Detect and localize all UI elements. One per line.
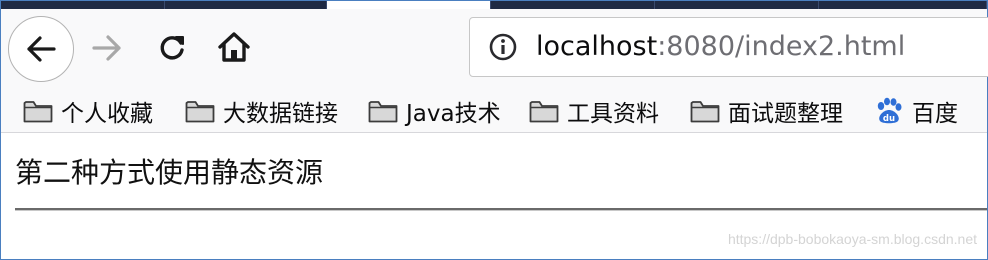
bookmark-folder-interview[interactable]: 面试题整理: [690, 91, 843, 131]
bookmark-label: 个人收藏: [61, 101, 153, 127]
folder-icon: [368, 98, 398, 124]
arrow-right-icon: [92, 35, 121, 61]
url-text[interactable]: localhost:8080/index2.html: [536, 29, 905, 65]
bookmark-label: 工具资料: [567, 101, 659, 127]
bookmark-label: 大数据链接: [223, 101, 338, 127]
bookmark-label: 百度: [912, 101, 958, 127]
bookmark-folder-java[interactable]: Java技术: [368, 91, 501, 131]
info-icon: [489, 33, 517, 61]
tab[interactable]: [819, 1, 987, 9]
tab[interactable]: [1, 1, 165, 9]
home-icon: [218, 32, 250, 62]
bookmark-baidu[interactable]: du 百度: [874, 91, 958, 131]
page-heading: 第二种方式使用静态资源: [15, 156, 324, 189]
url-host: localhost: [536, 31, 658, 62]
bookmark-label: 面试题整理: [728, 101, 843, 127]
reload-icon: [160, 36, 184, 60]
back-button[interactable]: [8, 16, 74, 82]
bookmark-folder-bigdata[interactable]: 大数据链接: [185, 91, 338, 131]
folder-icon: [529, 98, 559, 124]
tab[interactable]: [165, 1, 328, 9]
home-button[interactable]: [215, 29, 253, 65]
arrow-left-icon: [27, 36, 56, 62]
page-content: 第二种方式使用静态资源 https://dpb-bobokaoya-sm.blo…: [1, 133, 987, 259]
tab-active[interactable]: [327, 1, 492, 9]
tab[interactable]: [655, 1, 820, 9]
folder-icon: [23, 98, 53, 124]
folder-icon: [185, 98, 215, 124]
svg-text:du: du: [883, 114, 895, 124]
folder-icon: [690, 98, 720, 124]
bookmark-label: Java技术: [406, 101, 501, 127]
url-path: :8080/index2.html: [657, 31, 906, 62]
reload-button[interactable]: [155, 31, 189, 65]
bookmark-folder-favorites[interactable]: 个人收藏: [23, 91, 153, 131]
tab[interactable]: [491, 1, 656, 9]
watermark: https://dpb-bobokaoya-sm.blog.csdn.net: [727, 231, 977, 247]
baidu-paw-icon: du: [874, 97, 904, 124]
bookmarks-toolbar: 个人收藏 大数据链接 Java技术 工具资料 面试题整理 du 百度: [1, 91, 987, 133]
tab-strip: [1, 1, 987, 9]
forward-button[interactable]: [89, 33, 125, 63]
bookmark-folder-tools[interactable]: 工具资料: [529, 91, 659, 131]
site-info-button[interactable]: [488, 32, 518, 66]
navigation-toolbar: localhost:8080/index2.html: [1, 9, 988, 91]
horizontal-rule: [15, 208, 987, 211]
address-bar[interactable]: localhost:8080/index2.html: [469, 17, 988, 77]
